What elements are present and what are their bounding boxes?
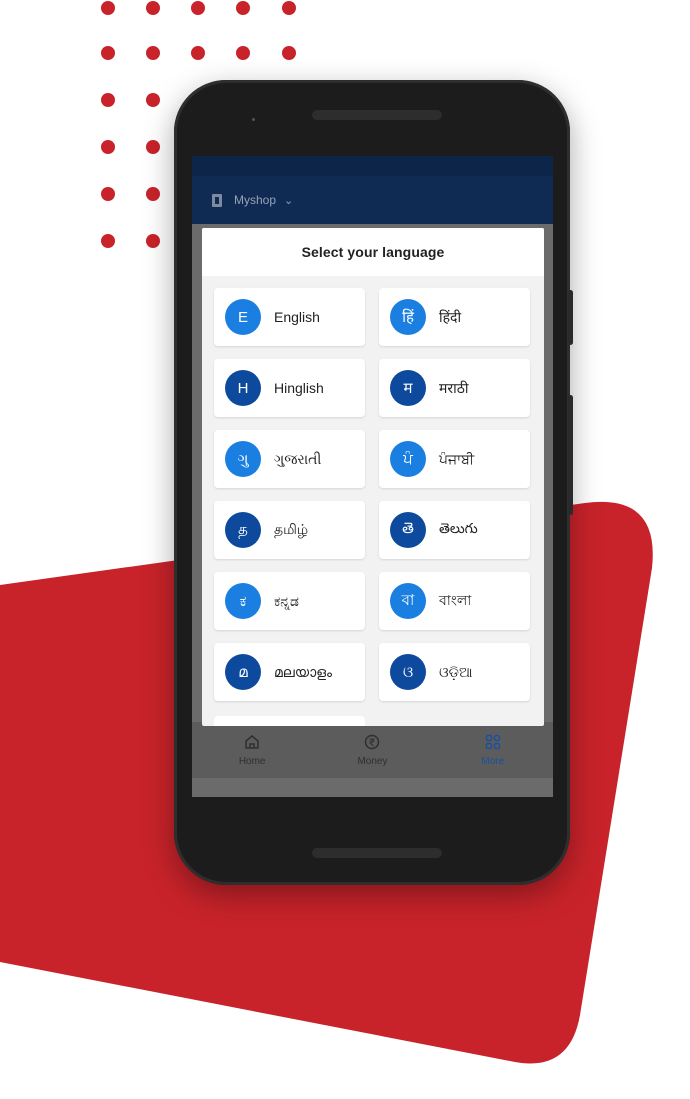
nav-home[interactable]: Home	[202, 734, 302, 767]
nav-home-label: Home	[238, 755, 266, 767]
phone-volume-button	[568, 395, 573, 515]
language-option[interactable]: ਪੰ ਪੰਜਾਬੀ	[379, 430, 530, 488]
language-avatar: E	[225, 299, 261, 335]
chevron-down-icon[interactable]: ⌄	[284, 194, 293, 207]
language-avatar: हिं	[390, 299, 426, 335]
front-camera	[252, 118, 255, 121]
bottom-navigation: Home Money More	[192, 722, 553, 778]
language-avatar: ଓ	[390, 654, 426, 690]
phone-screen: Myshop ⌄ Home Money More Select your lan…	[192, 156, 553, 797]
language-label: मराठी	[439, 379, 469, 396]
language-avatar: ಕ	[225, 583, 261, 619]
language-option[interactable]: ગુ ગુજરાતી	[214, 430, 365, 488]
language-avatar: ਪੰ	[390, 441, 426, 477]
language-label: Hinglish	[274, 380, 324, 396]
language-option[interactable]: മ മലയാളം	[214, 643, 365, 701]
language-grid: E English हिं हिंदी H Hinglish म मराठी ગુ ગુજરાતી…	[214, 288, 532, 701]
language-option[interactable]: ಕ ಕನ್ನಡ	[214, 572, 365, 630]
language-dialog: Select your language E English हिं हिंदी H Hi…	[202, 228, 544, 726]
language-avatar: H	[225, 370, 261, 406]
language-avatar: বা	[390, 583, 426, 619]
nav-money[interactable]: Money	[322, 734, 422, 767]
top-speaker	[312, 110, 442, 120]
language-avatar: த	[225, 512, 261, 548]
language-label: ಕನ್ನಡ	[274, 592, 299, 609]
language-label: தமிழ்	[274, 520, 309, 537]
language-option-partial[interactable]	[214, 716, 365, 726]
language-avatar: ગુ	[225, 441, 261, 477]
language-avatar: म	[390, 370, 426, 406]
phone-side-button	[568, 290, 573, 345]
nav-more-label: More	[481, 755, 505, 767]
rupee-icon	[364, 734, 380, 754]
shop-name[interactable]: Myshop	[234, 193, 276, 207]
language-label: ਪੰਜਾਬੀ	[439, 450, 475, 467]
language-option[interactable]: H Hinglish	[214, 359, 365, 417]
language-label: English	[274, 309, 320, 325]
dialog-title: Select your language	[301, 244, 445, 260]
language-label: हिंदी	[439, 308, 462, 325]
phone-device: Myshop ⌄ Home Money More Select your lan…	[174, 80, 573, 885]
nav-money-label: Money	[357, 755, 388, 767]
language-option[interactable]: த தமிழ்	[214, 501, 365, 559]
dialog-header: Select your language	[202, 228, 544, 276]
shop-icon	[212, 193, 222, 207]
language-option[interactable]: म मराठी	[379, 359, 530, 417]
language-label: বাংলা	[439, 592, 472, 608]
language-option[interactable]: ଓ ଓଡ଼ିଆ	[379, 643, 530, 701]
language-option[interactable]: E English	[214, 288, 365, 346]
language-option[interactable]: తె తెలుగు	[379, 501, 530, 559]
grid-icon	[485, 734, 501, 754]
language-label: తెలుగు	[439, 520, 478, 536]
bottom-speaker	[312, 848, 442, 858]
app-header[interactable]: Myshop ⌄	[192, 176, 553, 224]
language-option[interactable]: हिं हिंदी	[379, 288, 530, 346]
language-option[interactable]: বা বাংলা	[379, 572, 530, 630]
home-icon	[244, 734, 260, 754]
nav-more[interactable]: More	[443, 734, 543, 767]
language-avatar: മ	[225, 654, 261, 690]
language-label: ગુજરાતી	[274, 450, 322, 467]
language-label: മലയാളം	[274, 663, 333, 680]
language-avatar: తె	[390, 512, 426, 548]
status-bar	[192, 156, 553, 176]
language-label: ଓଡ଼ିଆ	[439, 663, 473, 680]
